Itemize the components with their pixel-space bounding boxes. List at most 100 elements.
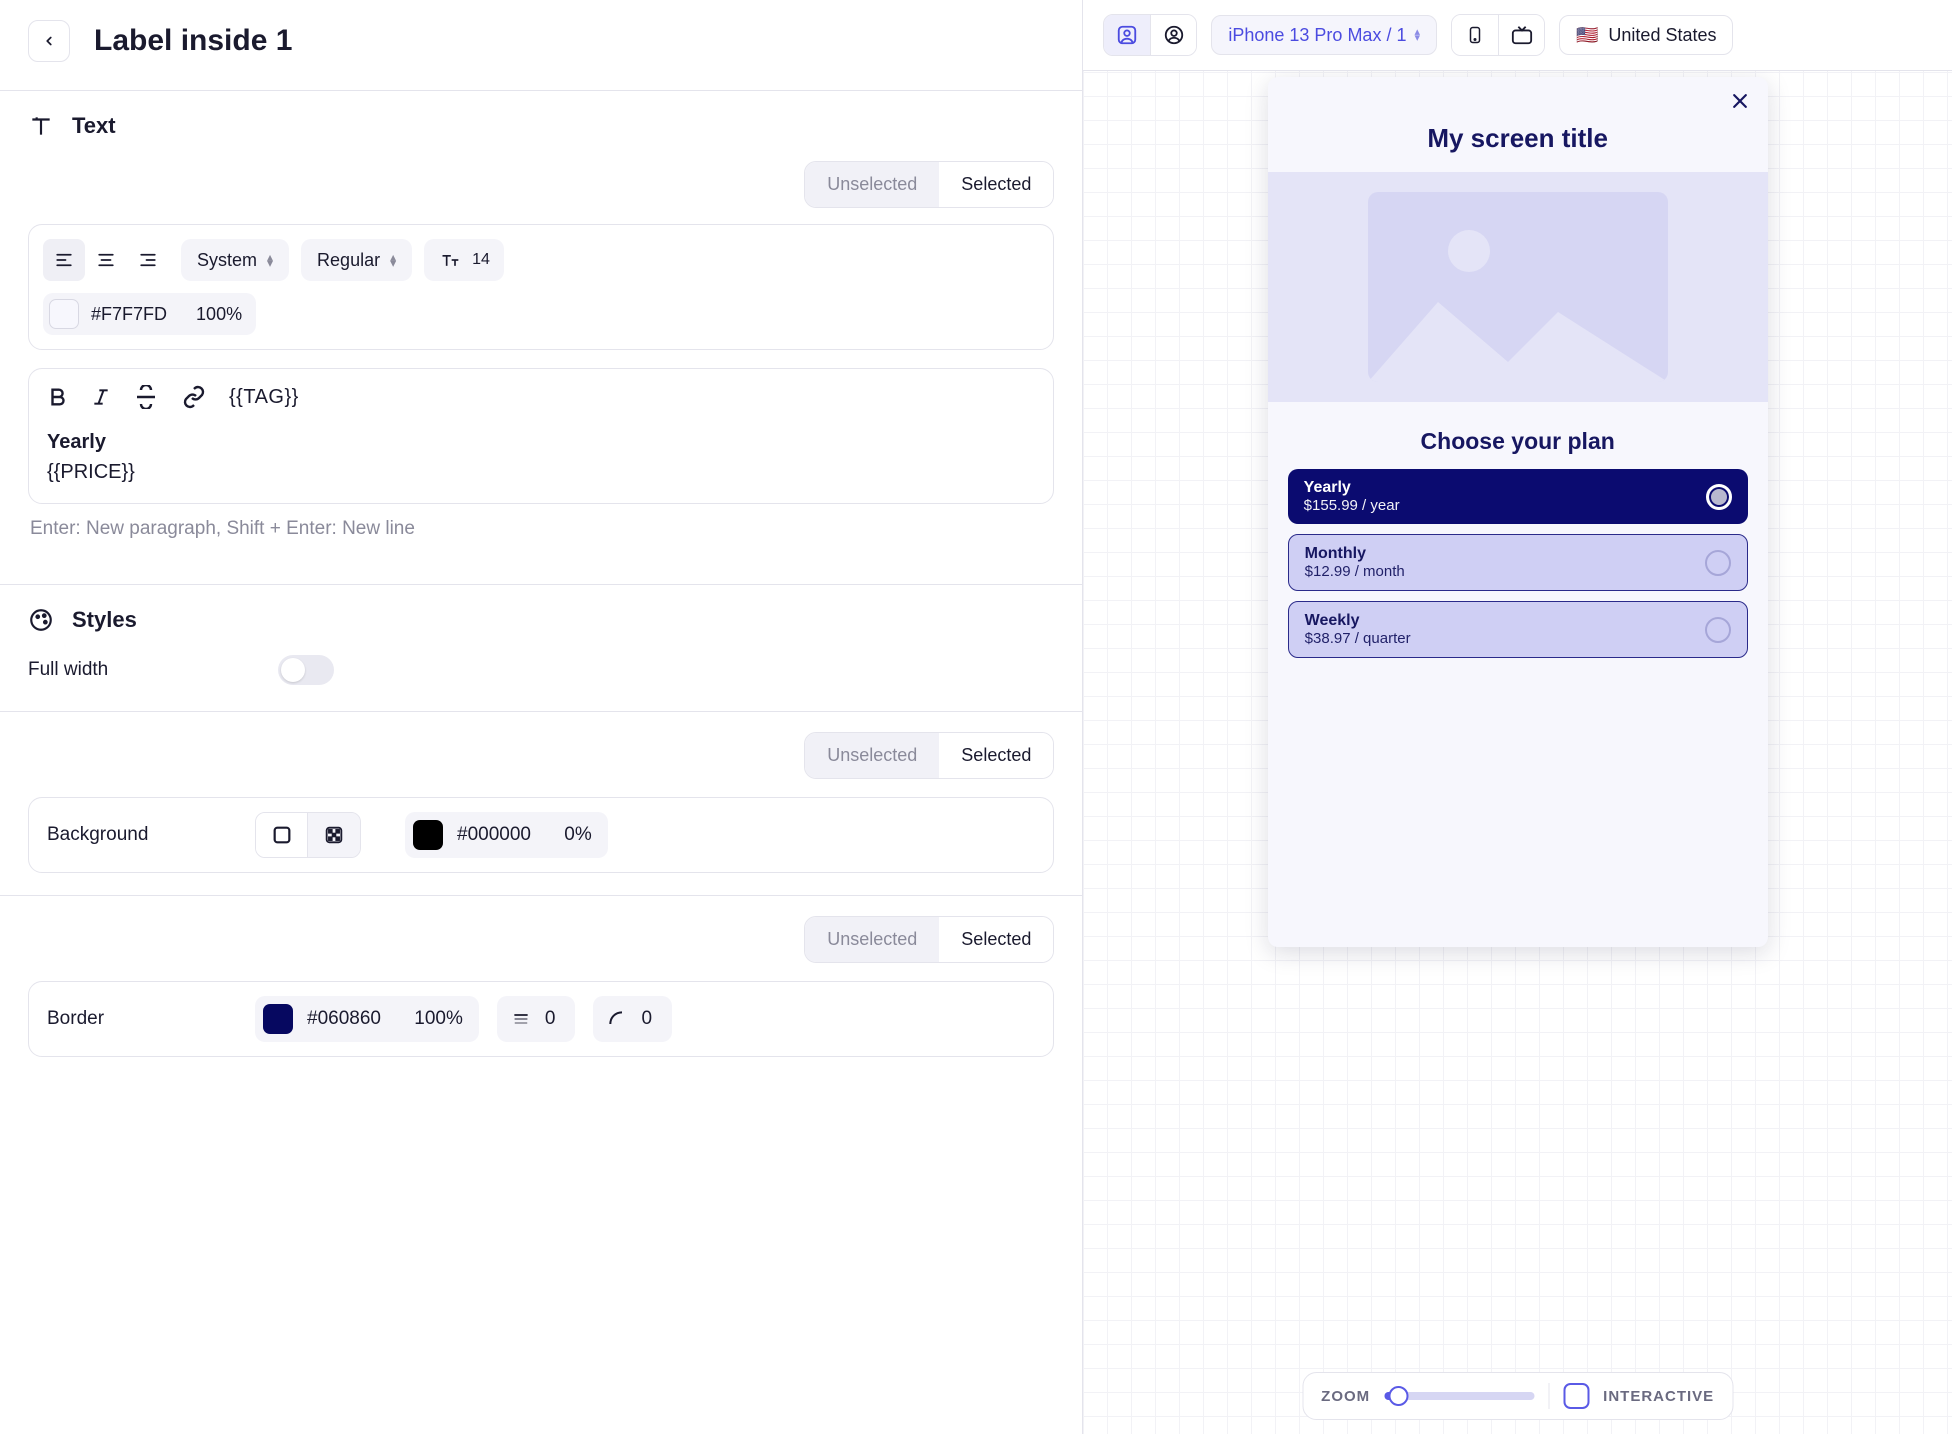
- tab-selected[interactable]: Selected: [939, 917, 1053, 962]
- mode-preview-button[interactable]: [1150, 15, 1196, 55]
- flag-icon: 🇺🇸: [1576, 25, 1598, 46]
- country-dropdown[interactable]: 🇺🇸 United States: [1559, 15, 1733, 55]
- plan-name: Yearly: [1304, 479, 1400, 497]
- close-icon: [1730, 91, 1750, 111]
- section-text-title: Text: [72, 113, 116, 139]
- fill-image-button[interactable]: [308, 813, 360, 857]
- background-label: Background: [47, 824, 177, 846]
- text-state-tabs: Unselected Selected: [804, 161, 1054, 208]
- orientation-tv-button[interactable]: [1498, 15, 1544, 55]
- orientation-portrait-button[interactable]: [1452, 15, 1498, 55]
- background-swatch: [413, 820, 443, 850]
- zoom-label: ZOOM: [1321, 1388, 1370, 1405]
- plan-option-yearly[interactable]: Yearly $155.99 / year: [1288, 469, 1748, 524]
- text-style-toolbar: System ▴▾ Regular ▴▾ 14 #F7F7FD 100%: [28, 224, 1054, 350]
- chevron-left-icon: [42, 32, 56, 50]
- editor-line-2: {{PRICE}}: [47, 457, 1035, 487]
- tab-selected[interactable]: Selected: [939, 733, 1053, 778]
- preview-mode-group: [1103, 14, 1197, 56]
- chevron-up-down-icon: ▴▾: [267, 254, 273, 266]
- back-button[interactable]: [28, 20, 70, 62]
- border-width-value: 0: [545, 1008, 556, 1030]
- border-swatch: [263, 1004, 293, 1034]
- font-size-value: 14: [472, 251, 490, 269]
- plan-name: Weekly: [1305, 612, 1411, 630]
- background-state-tabs: Unselected Selected: [804, 732, 1054, 779]
- background-opacity: 0%: [564, 824, 591, 846]
- italic-icon[interactable]: [91, 385, 111, 409]
- device-dropdown[interactable]: iPhone 13 Pro Max / 1 ▴▾: [1211, 15, 1437, 55]
- align-left-icon: [53, 251, 75, 269]
- close-button[interactable]: [1730, 91, 1750, 111]
- preview-plan-heading: Choose your plan: [1268, 402, 1768, 469]
- background-color-input[interactable]: #000000 0%: [405, 812, 608, 858]
- border-width-icon: [511, 1011, 531, 1027]
- link-icon[interactable]: [181, 385, 207, 409]
- radio-unselected-icon: [1705, 617, 1731, 643]
- text-icon: [28, 113, 54, 139]
- plan-option-monthly[interactable]: Monthly $12.99 / month: [1288, 534, 1748, 591]
- font-size-input[interactable]: 14: [424, 239, 504, 281]
- text-color-opacity: 100%: [196, 304, 242, 325]
- mode-edit-button[interactable]: [1104, 15, 1150, 55]
- font-weight-value: Regular: [317, 250, 380, 271]
- bold-icon[interactable]: [47, 385, 69, 409]
- plan-option-weekly[interactable]: Weekly $38.97 / quarter: [1288, 601, 1748, 658]
- section-styles-title: Styles: [72, 607, 137, 633]
- align-center-button[interactable]: [85, 239, 127, 281]
- align-right-icon: [137, 251, 159, 269]
- align-right-button[interactable]: [127, 239, 169, 281]
- tab-selected[interactable]: Selected: [939, 162, 1053, 207]
- editor-line-1: Yearly: [47, 427, 1035, 457]
- align-center-icon: [95, 251, 117, 269]
- chevron-up-down-icon: ▴▾: [1414, 29, 1420, 41]
- border-width-input[interactable]: 0: [497, 996, 576, 1042]
- orientation-group: [1451, 14, 1545, 56]
- full-width-label: Full width: [28, 659, 108, 681]
- editor-content[interactable]: Yearly {{PRICE}}: [47, 427, 1035, 487]
- full-width-toggle[interactable]: [278, 655, 334, 685]
- preview-device-frame: My screen title Choose your plan Yearly …: [1268, 77, 1768, 947]
- palette-icon: [28, 607, 54, 633]
- border-radius-value: 0: [641, 1008, 652, 1030]
- phone-icon: [1466, 24, 1484, 46]
- plan-name: Monthly: [1305, 545, 1405, 563]
- text-color-swatch: [49, 299, 79, 329]
- tab-unselected[interactable]: Unselected: [805, 733, 939, 778]
- border-hex: #060860: [307, 1008, 381, 1030]
- border-radius-input[interactable]: 0: [593, 996, 672, 1042]
- tab-unselected[interactable]: Unselected: [805, 917, 939, 962]
- fill-solid-button[interactable]: [256, 813, 308, 857]
- square-icon: [271, 824, 293, 846]
- rich-text-editor: {{TAG}} Yearly {{PRICE}}: [28, 368, 1054, 504]
- border-color-input[interactable]: #060860 100%: [255, 996, 479, 1042]
- tv-icon: [1510, 24, 1534, 46]
- editor-hint: Enter: New paragraph, Shift + Enter: New…: [28, 518, 1054, 540]
- interactive-checkbox[interactable]: [1563, 1383, 1589, 1409]
- font-family-dropdown[interactable]: System ▴▾: [181, 239, 289, 281]
- font-weight-dropdown[interactable]: Regular ▴▾: [301, 239, 412, 281]
- background-hex: #000000: [457, 824, 531, 846]
- country-value: United States: [1608, 25, 1716, 46]
- device-value: iPhone 13 Pro Max / 1: [1228, 25, 1406, 46]
- strikethrough-icon[interactable]: [133, 385, 159, 409]
- plan-price: $155.99 / year: [1304, 497, 1400, 514]
- align-left-button[interactable]: [43, 239, 85, 281]
- text-color-hex: #F7F7FD: [91, 304, 167, 325]
- border-opacity: 100%: [414, 1008, 463, 1030]
- border-state-tabs: Unselected Selected: [804, 916, 1054, 963]
- font-size-icon: [438, 250, 462, 270]
- font-family-value: System: [197, 250, 257, 271]
- page-title: Label inside 1: [94, 24, 292, 58]
- background-fill-type: [255, 812, 361, 858]
- chevron-up-down-icon: ▴▾: [390, 254, 396, 266]
- interactive-label: INTERACTIVE: [1603, 1388, 1714, 1405]
- plan-price: $38.97 / quarter: [1305, 630, 1411, 647]
- zoom-slider[interactable]: [1384, 1392, 1534, 1400]
- checkerboard-icon: [323, 824, 345, 846]
- text-color-input[interactable]: #F7F7FD 100%: [43, 293, 256, 335]
- insert-tag-button[interactable]: {{TAG}}: [229, 386, 299, 409]
- plan-price: $12.99 / month: [1305, 563, 1405, 580]
- tab-unselected[interactable]: Unselected: [805, 162, 939, 207]
- preview-hero-placeholder: [1268, 172, 1768, 402]
